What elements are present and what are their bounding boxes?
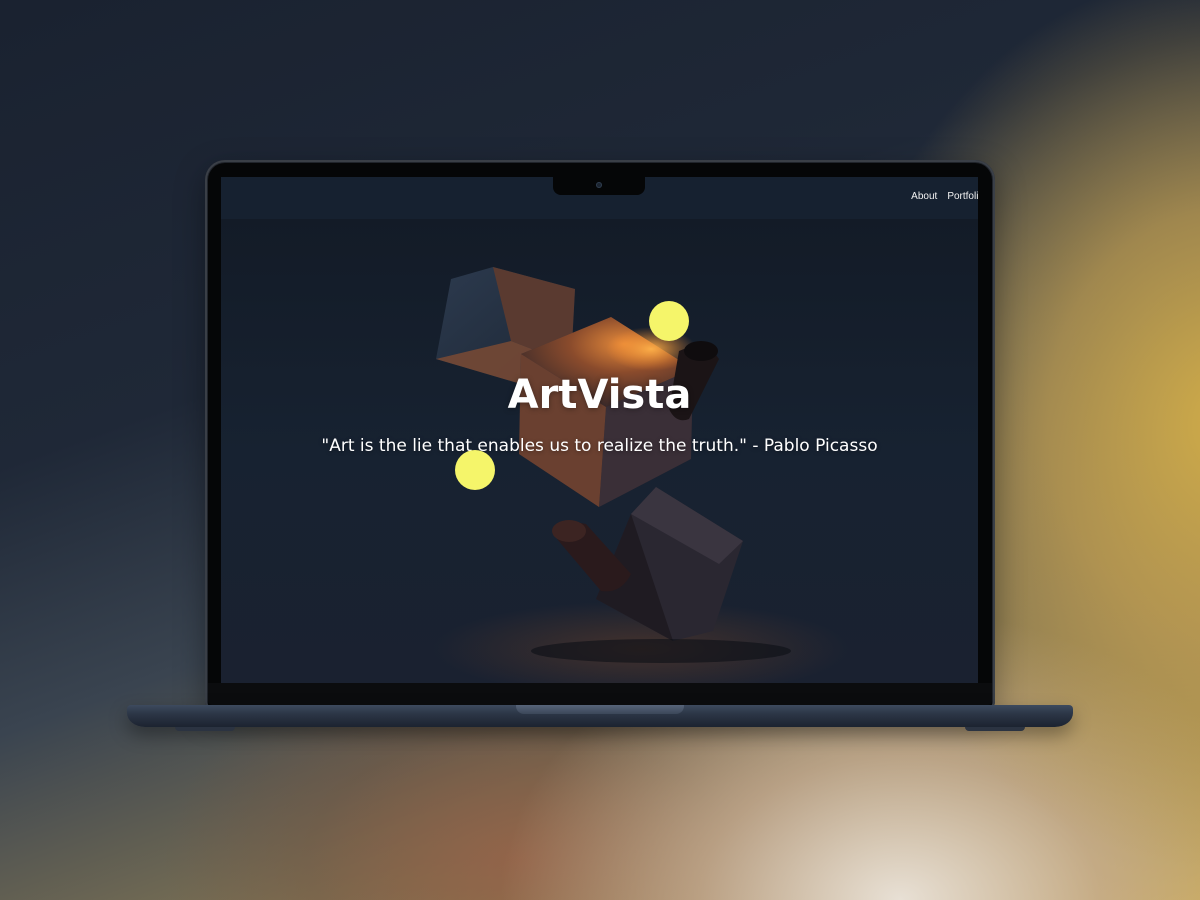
camera-notch (553, 177, 645, 195)
nav-link-about[interactable]: About (911, 191, 937, 202)
camera-icon (596, 182, 602, 188)
laptop-lid: ta About Portfolio (205, 160, 995, 708)
screen-chin (208, 683, 992, 705)
laptop-foot-right (965, 727, 1025, 731)
hero-section: ArtVista "Art is the lie that enables us… (221, 219, 978, 685)
cursor-dot (455, 450, 495, 490)
hero-title: ArtVista (507, 372, 692, 418)
cursor-dot (649, 301, 689, 341)
laptop-screen: ta About Portfolio (221, 177, 978, 685)
trackpad-notch (516, 705, 684, 714)
laptop-base (127, 705, 1073, 731)
laptop-foot-left (175, 727, 235, 731)
nav-links: About Portfolio (911, 191, 978, 202)
nav-link-portfolio[interactable]: Portfolio (947, 191, 978, 202)
hero-quote: "Art is the lie that enables us to reali… (321, 436, 878, 456)
mockup-stage: ta About Portfolio (0, 0, 1200, 900)
